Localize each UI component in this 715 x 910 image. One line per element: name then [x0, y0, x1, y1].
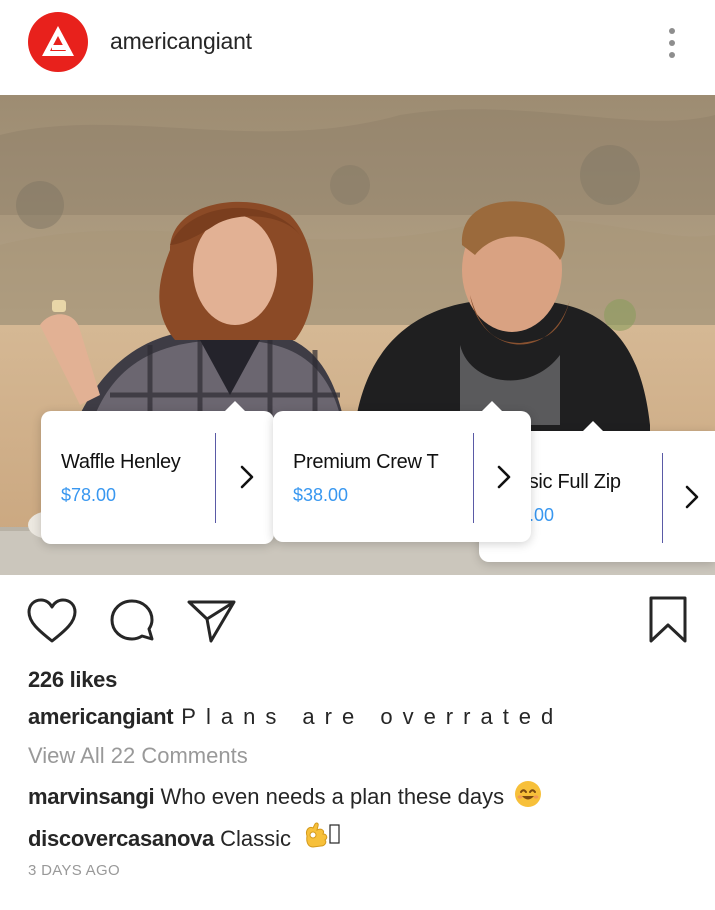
- comment-text: Classic: [220, 826, 292, 851]
- caption-username[interactable]: americangiant: [28, 704, 174, 729]
- comment-bubble-icon[interactable]: [107, 597, 157, 647]
- chevron-right-icon[interactable]: [683, 483, 701, 511]
- product-name: Waffle Henley: [61, 451, 181, 473]
- comment-username[interactable]: discovercasanova: [28, 826, 214, 851]
- post-timestamp: 3 DAYS AGO: [28, 862, 120, 879]
- comment-text: Who even needs a plan these days: [160, 784, 505, 809]
- comment-item: discovercasanova Classic: [28, 820, 341, 852]
- comment-username[interactable]: marvinsangi: [28, 784, 155, 809]
- avatar[interactable]: [28, 12, 88, 72]
- chevron-right-icon[interactable]: [238, 463, 256, 491]
- view-all-comments-link[interactable]: View All 22 Comments: [28, 743, 248, 769]
- comment-item: marvinsangi Who even needs a plan these …: [28, 780, 542, 810]
- chevron-right-icon[interactable]: [495, 463, 513, 491]
- tag-divider: [662, 453, 663, 543]
- shop-tag-premium-crew-t[interactable]: Premium Crew T $38.00: [273, 401, 531, 542]
- three-dots-vertical-icon[interactable]: [660, 24, 684, 62]
- ok-hand-emoji: [306, 822, 340, 848]
- american-giant-logo-icon: [42, 26, 74, 56]
- product-price: $78.00: [61, 485, 117, 505]
- smiling-face-emoji: [515, 781, 542, 807]
- product-price: $38.00: [293, 485, 349, 505]
- action-bar: [0, 575, 715, 665]
- product-name: Premium Crew T: [293, 451, 439, 473]
- tag-divider: [215, 433, 216, 523]
- shop-tag-waffle-henley[interactable]: Waffle Henley $78.00: [41, 401, 274, 544]
- bookmark-icon[interactable]: [647, 595, 689, 645]
- caption: americangiant Plans are overrated: [28, 704, 563, 730]
- post-header: americangiant: [0, 0, 715, 95]
- paper-plane-icon[interactable]: [186, 598, 238, 644]
- product-name: ssic Full Zip: [519, 471, 621, 493]
- tag-divider: [473, 433, 474, 523]
- heart-icon[interactable]: [26, 597, 78, 645]
- account-name[interactable]: americangiant: [110, 28, 252, 55]
- caption-text: Plans are overrated: [181, 704, 564, 729]
- likes-count[interactable]: 226 likes: [28, 667, 117, 693]
